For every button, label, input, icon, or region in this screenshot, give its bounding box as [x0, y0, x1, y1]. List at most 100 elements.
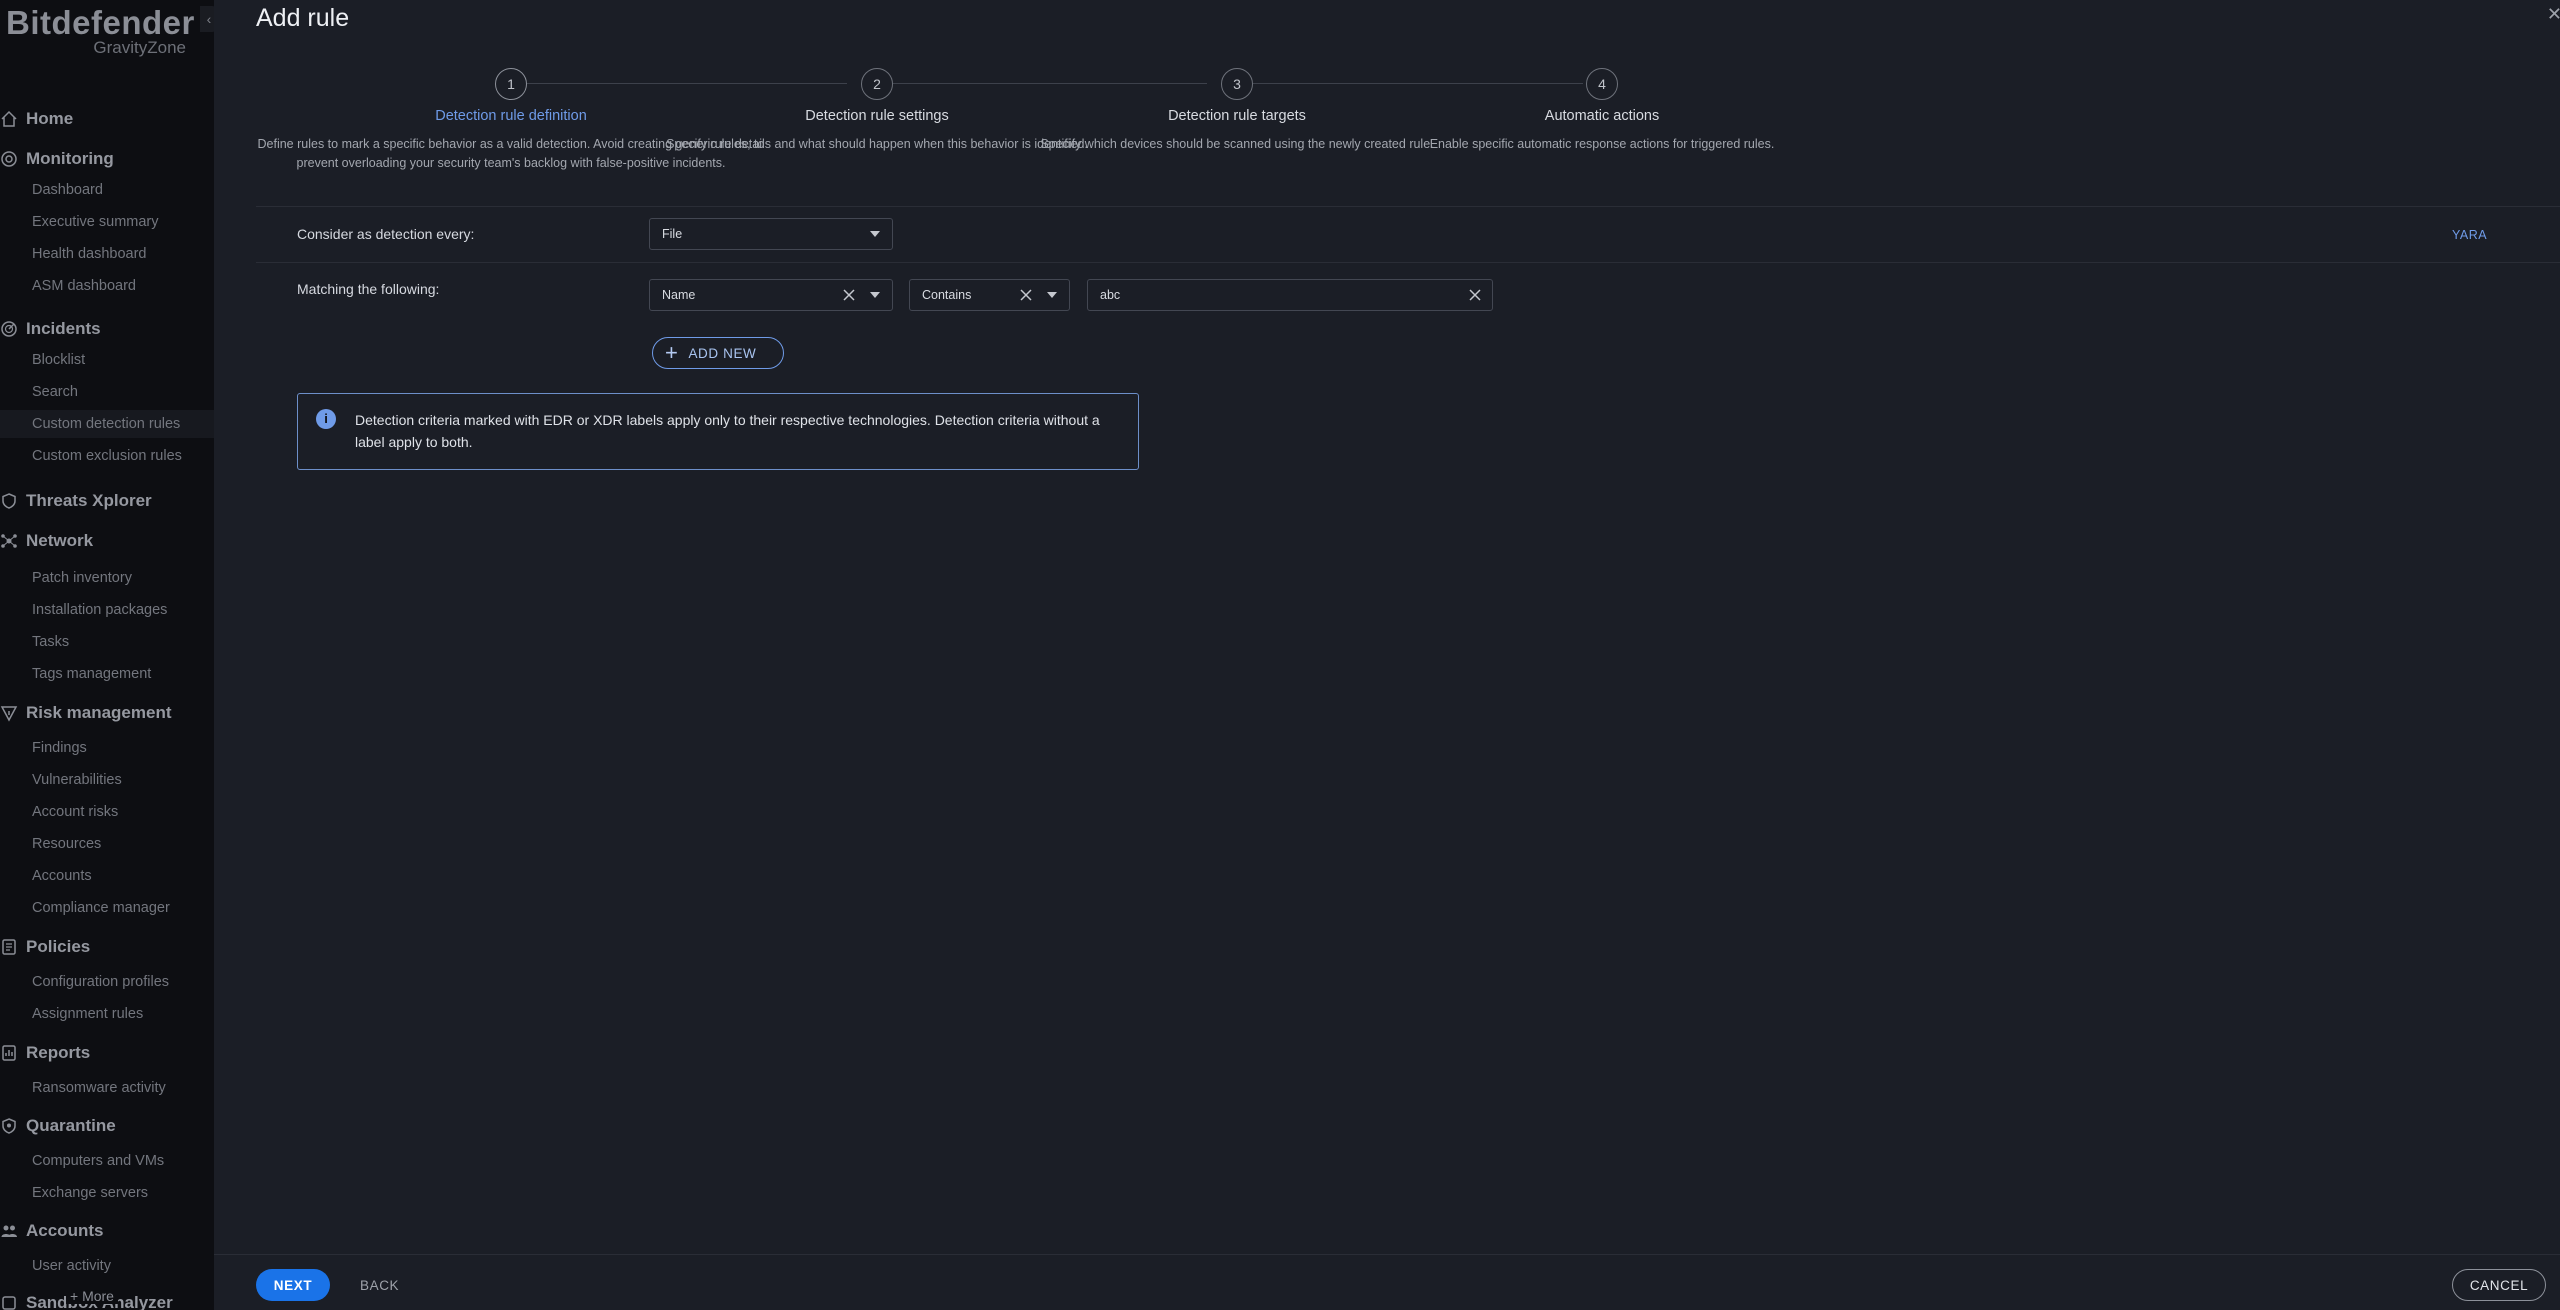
sidebar-group-network[interactable]: Network [0, 528, 93, 554]
sidebar-item-patch-inventory[interactable]: Patch inventory [0, 564, 214, 592]
yara-link[interactable]: YARA [2452, 228, 2487, 242]
sidebar-group-label: Network [26, 531, 94, 550]
step-connector [893, 83, 1207, 84]
value-input[interactable]: abc [1087, 279, 1493, 311]
sidebar-group-policies[interactable]: Policies [0, 934, 90, 960]
step-4-description: Enable specific automatic response actio… [1342, 135, 1862, 154]
info-text-line: Detection criteria marked with EDR or XD… [355, 412, 1100, 428]
step-1-title[interactable]: Detection rule definition [435, 108, 587, 124]
sidebar-item-findings[interactable]: Findings [0, 734, 214, 762]
sidebar-item-compliance-manager[interactable]: Compliance manager [0, 894, 214, 922]
shield-icon [0, 488, 22, 514]
add-new-button[interactable]: + ADD NEW [652, 337, 784, 369]
sidebar-item-computers-and-vms[interactable]: Computers and VMs [0, 1147, 214, 1175]
sidebar-item-executive-summary[interactable]: Executive summary [0, 208, 214, 236]
clear-icon[interactable] [1464, 284, 1486, 306]
sandbox-icon [0, 1290, 22, 1310]
policy-icon [0, 934, 22, 960]
sidebar-group-risk-management[interactable]: Risk management [0, 700, 172, 726]
step-desc-line: Enable specific automatic response actio… [1429, 137, 1775, 151]
quarantine-icon [0, 1113, 22, 1139]
step-2-title[interactable]: Detection rule settings [805, 108, 948, 124]
sidebar-item-configuration-profiles[interactable]: Configuration profiles [0, 968, 214, 996]
cancel-button[interactable]: CANCEL [2452, 1269, 2546, 1301]
divider [256, 206, 2560, 207]
plus-icon: + [665, 340, 679, 365]
sidebar-item-custom-exclusion-rules[interactable]: Custom exclusion rules [0, 442, 214, 470]
gauge-icon [0, 146, 22, 172]
operator-select[interactable]: Contains [909, 279, 1070, 311]
sidebar-item-assignment-rules[interactable]: Assignment rules [0, 1000, 214, 1028]
select-value: File [662, 227, 683, 241]
radar-icon [0, 316, 22, 342]
sidebar-group-label: Monitoring [26, 149, 114, 168]
select-value: Contains [922, 288, 972, 302]
info-text-line: label apply to both. [355, 434, 473, 450]
sidebar-item-tags-management[interactable]: Tags management [0, 660, 214, 688]
matching-label: Matching the following: [297, 281, 440, 297]
sidebar-item-vulnerabilities[interactable]: Vulnerabilities [0, 766, 214, 794]
home-icon [0, 106, 22, 132]
sidebar-item-tasks[interactable]: Tasks [0, 628, 214, 656]
step-4-title[interactable]: Automatic actions [1545, 108, 1659, 124]
sidebar-group-quarantine[interactable]: Quarantine [0, 1113, 116, 1139]
sidebar-item-asm-dashboard[interactable]: ASM dashboard [0, 272, 214, 300]
step-3-title[interactable]: Detection rule targets [1168, 108, 1306, 124]
sidebar-item-dashboard[interactable]: Dashboard [0, 176, 214, 204]
select-value: Name [662, 288, 696, 302]
step-desc-line: prevent overloading your security team's… [296, 156, 726, 170]
sidebar-item-blocklist[interactable]: Blocklist [0, 346, 214, 374]
sidebar-group-label: Accounts [26, 1221, 104, 1240]
chevron-down-icon[interactable] [864, 284, 886, 306]
clear-icon[interactable] [838, 284, 860, 306]
step-1-circle[interactable]: 1 [495, 68, 527, 100]
main-panel: Add rule ✕ 1 2 3 4 Detection rule defini… [214, 0, 2560, 1310]
footer: NEXT BACK CANCEL [214, 1254, 2560, 1310]
sidebar-item-exchange-servers[interactable]: Exchange servers [0, 1179, 214, 1207]
sidebar-group-home[interactable]: Home [0, 106, 73, 132]
step-2-circle[interactable]: 2 [861, 68, 893, 100]
sidebar-item-resources[interactable]: Resources [0, 830, 214, 858]
field-select[interactable]: Name [649, 279, 893, 311]
network-icon [0, 528, 22, 554]
divider [256, 262, 2560, 263]
clear-icon[interactable] [1015, 284, 1037, 306]
chevron-left-icon[interactable]: ‹ [200, 6, 214, 32]
sidebar-item-search[interactable]: Search [0, 378, 214, 406]
sidebar-item-custom-detection-rules[interactable]: Custom detection rules [0, 410, 214, 438]
sidebar-group-incidents[interactable]: Incidents [0, 316, 101, 342]
sidebar-item-accounts[interactable]: Accounts [0, 862, 214, 890]
info-banner: i Detection criteria marked with EDR or … [297, 393, 1139, 470]
sidebar-group-accounts[interactable]: Accounts [0, 1218, 103, 1244]
add-new-label: ADD NEW [688, 345, 757, 361]
sidebar-group-label: Home [26, 109, 74, 128]
chevron-down-icon[interactable] [864, 223, 886, 245]
risk-icon [0, 700, 22, 726]
close-icon[interactable]: ✕ [2547, 4, 2560, 25]
sidebar-item-user-activity[interactable]: User activity [0, 1252, 214, 1280]
info-icon: i [316, 409, 336, 429]
sidebar-item-health-dashboard[interactable]: Health dashboard [0, 240, 214, 268]
sidebar-item-ransomware-activity[interactable]: Ransomware activity [0, 1074, 214, 1102]
sidebar-group-label: Reports [26, 1043, 91, 1062]
next-button[interactable]: NEXT [256, 1269, 330, 1301]
sidebar-group-reports[interactable]: Reports [0, 1040, 90, 1066]
step-4-circle[interactable]: 4 [1586, 68, 1618, 100]
sidebar-item-installation-packages[interactable]: Installation packages [0, 596, 214, 624]
sidebar-group-label: Incidents [26, 319, 101, 338]
detection-type-select[interactable]: File [649, 218, 893, 250]
detection-type-label: Consider as detection every: [297, 226, 475, 242]
logo[interactable]: Bitdefender GravityZone [6, 4, 195, 58]
step-3-circle[interactable]: 3 [1221, 68, 1253, 100]
back-button[interactable]: BACK [360, 1269, 399, 1301]
sidebar: Bitdefender GravityZone ‹ Home Monitorin… [0, 0, 214, 1310]
sidebar-item-account-risks[interactable]: Account risks [0, 798, 214, 826]
sidebar-group-monitoring[interactable]: Monitoring [0, 146, 114, 172]
step-connector [1253, 83, 1583, 84]
sidebar-group-threats-xplorer[interactable]: Threats Xplorer [0, 488, 152, 514]
chevron-down-icon[interactable] [1041, 284, 1063, 306]
logo-main: Bitdefender [6, 4, 195, 41]
more-button[interactable]: + More [66, 1288, 118, 1304]
sidebar-group-label: Policies [26, 937, 91, 956]
page-title: Add rule [256, 4, 350, 32]
